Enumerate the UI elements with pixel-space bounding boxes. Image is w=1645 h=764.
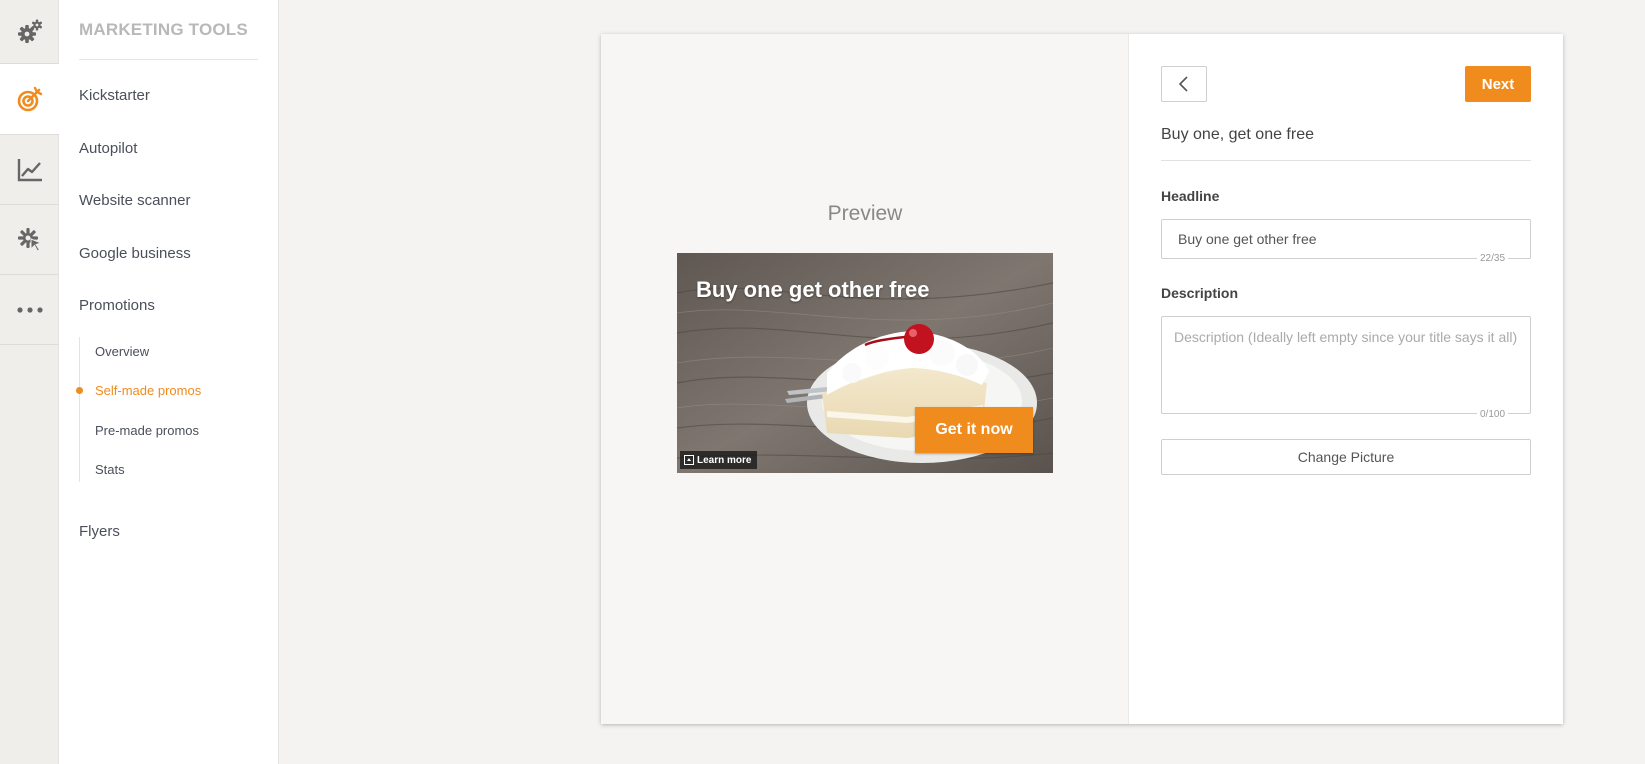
sidebar-divider (79, 59, 258, 60)
icon-rail (0, 0, 59, 764)
rail-item-analytics[interactable] (0, 135, 59, 205)
ad-cta-button[interactable]: Get it now (915, 407, 1033, 453)
headline-char-counter: 22/35 (1477, 253, 1509, 264)
form-divider (1161, 160, 1531, 161)
promo-title: Buy one, get one free (1161, 126, 1314, 143)
info-icon (684, 455, 694, 465)
headline-input[interactable] (1161, 219, 1531, 259)
promo-editor-card: Preview Buy one get other free Get it no… (601, 34, 1563, 724)
learn-more-label: Learn more (697, 454, 752, 466)
headline-label: Headline (1161, 188, 1220, 204)
preview-pane: Preview Buy one get other free Get it no… (601, 34, 1129, 724)
chevron-left-icon (1178, 76, 1188, 92)
marketing-sidebar: MARKETING TOOLS Kickstarter Autopilot We… (59, 0, 279, 764)
target-icon (17, 86, 42, 112)
sidebar-item-flyers[interactable]: Flyers (79, 523, 120, 540)
sidebar-title: MARKETING TOOLS (79, 20, 248, 39)
rail-item-settings[interactable] (0, 0, 59, 64)
gears-icon (17, 19, 42, 43)
subnav-item-overview[interactable]: Overview (95, 344, 149, 359)
learn-more-link[interactable]: Learn more (680, 451, 758, 469)
sidebar-item-autopilot[interactable]: Autopilot (79, 140, 137, 157)
more-dots-icon (16, 306, 43, 313)
chart-line-icon (17, 158, 42, 181)
description-textarea[interactable] (1161, 316, 1531, 414)
preview-label: Preview (827, 202, 903, 225)
sidebar-item-google-business[interactable]: Google business (79, 245, 191, 262)
rail-item-actions[interactable] (0, 205, 59, 275)
rail-item-more[interactable] (0, 275, 59, 345)
ad-preview: Buy one get other free Get it now Learn … (677, 253, 1053, 473)
ad-headline: Buy one get other free (696, 277, 930, 302)
description-char-counter: 0/100 (1477, 409, 1509, 420)
promotions-subnav: Overview Self-made promos Pre-made promo… (76, 337, 269, 482)
promo-form: Next Buy one, get one free Headline 22/3… (1129, 34, 1563, 724)
sidebar-item-promotions[interactable]: Promotions (79, 297, 155, 314)
cursor-click-icon (17, 227, 43, 252)
back-button[interactable] (1161, 66, 1207, 102)
next-button[interactable]: Next (1465, 66, 1531, 102)
sidebar-item-kickstarter[interactable]: Kickstarter (79, 87, 150, 104)
subnav-item-stats[interactable]: Stats (95, 462, 125, 477)
subnav-item-self-made-promos[interactable]: Self-made promos (95, 383, 201, 398)
change-picture-button[interactable]: Change Picture (1161, 439, 1531, 475)
rail-item-marketing[interactable] (0, 64, 59, 135)
active-indicator-dot (76, 387, 83, 394)
description-label: Description (1161, 285, 1239, 301)
sidebar-item-website-scanner[interactable]: Website scanner (79, 192, 190, 209)
subnav-item-pre-made-promos[interactable]: Pre-made promos (95, 423, 199, 438)
